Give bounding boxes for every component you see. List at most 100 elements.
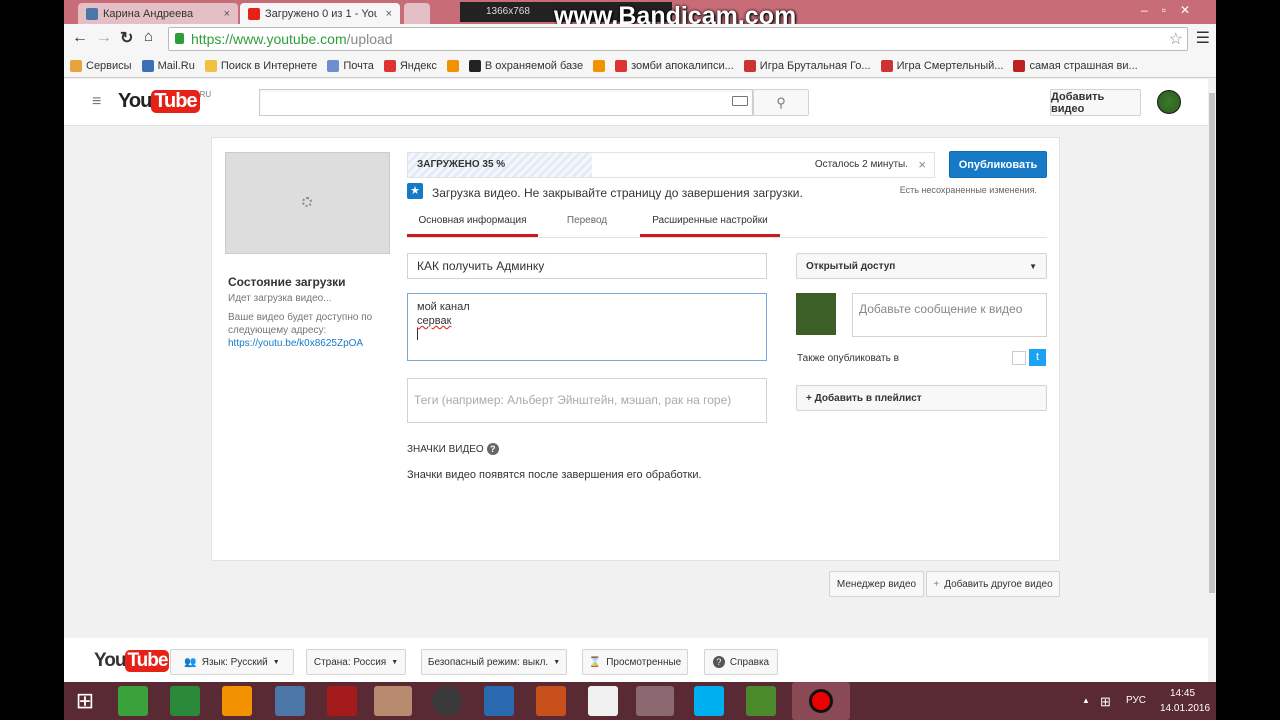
bookmark-item[interactable]: самая страшная ви... (1013, 59, 1138, 72)
description-textarea[interactable]: мой канал сервак (407, 293, 767, 361)
help-button[interactable]: ? Справка (704, 649, 778, 675)
bookmark-item[interactable]: В охраняемой базе (468, 59, 583, 72)
reload-icon[interactable]: ↻ (120, 28, 133, 48)
url-path: /upload (346, 31, 393, 47)
youtube-icon (248, 7, 260, 20)
bookmark-item[interactable]: Игра Смертельный... (880, 59, 1003, 72)
menu-icon[interactable]: ☰ (1196, 28, 1210, 48)
language-button[interactable]: 👥 Язык: Русский ▼ (170, 649, 294, 675)
close-tab-icon[interactable]: × (224, 8, 230, 20)
browser-toolbar: ← → ↻ ⌂ https://www.youtube.com/upload ☆… (64, 24, 1216, 54)
windows-start-icon[interactable]: ⊞ (70, 686, 100, 716)
thumbnails-text: Значки видео появятся после завершения е… (407, 469, 702, 481)
speaker-app-icon[interactable] (432, 686, 462, 716)
star-icon[interactable]: ☆ (1169, 29, 1183, 49)
tab-label: Основная информация (418, 215, 527, 226)
tray-arrow-icon[interactable]: ▲ (1082, 696, 1090, 705)
store-icon[interactable] (170, 686, 200, 716)
winrar-icon[interactable] (536, 686, 566, 716)
network-icon[interactable]: ⊞ (1100, 694, 1111, 710)
chrome-icon[interactable] (636, 686, 674, 716)
scrollbar-thumb[interactable] (1209, 93, 1215, 593)
youtube-logo[interactable]: You Tube RU (118, 90, 211, 113)
bookmark-favicon-icon (743, 59, 756, 72)
bookmark-label: Яндекс (399, 59, 437, 72)
safety-mode-button[interactable]: Безопасный режим: выкл. ▼ (421, 649, 567, 675)
app-a-icon[interactable] (118, 686, 148, 716)
file-explorer-icon[interactable] (374, 686, 412, 716)
logo-region: RU (199, 90, 212, 99)
add-another-label: Добавить другое видео (944, 578, 1053, 590)
new-tab-button[interactable] (404, 3, 430, 24)
footer-logo[interactable]: You Tube (94, 650, 170, 672)
add-to-playlist-button[interactable]: + Добавить в плейлист (796, 385, 1047, 411)
history-button[interactable]: ⌛ Просмотренные (582, 649, 688, 675)
bandicam-icon[interactable] (792, 682, 850, 720)
share-message-input[interactable]: Добавьте сообщение к видео (852, 293, 1047, 337)
keyboard-icon[interactable] (732, 96, 748, 106)
unsaved-changes: Есть несохраненные изменения. (899, 185, 1037, 195)
tab-translation[interactable]: Перевод (552, 215, 622, 237)
country-label: Страна: Россия (313, 656, 387, 668)
clock-time[interactable]: 14:45 (1170, 688, 1195, 699)
text-cursor (417, 328, 418, 340)
input-language[interactable]: РУС (1126, 695, 1146, 706)
bookmark-label: Игра Брутальная Го... (759, 59, 871, 72)
logo-tube: Tube (125, 650, 170, 672)
add-another-video-button[interactable]: + Добавить другое видео (926, 571, 1060, 597)
music-app-icon[interactable] (588, 686, 618, 716)
tab-basic-info[interactable]: Основная информация (407, 215, 538, 237)
help-icon[interactable]: ? (486, 443, 499, 455)
video-address-label: Ваше видео будет доступно по следующему … (228, 312, 373, 336)
back-icon[interactable]: ← (72, 29, 88, 47)
power-app-icon[interactable] (327, 686, 357, 716)
country-button[interactable]: Страна: Россия ▼ (306, 649, 406, 675)
avatar[interactable] (1157, 90, 1181, 114)
bookmark-item[interactable] (593, 59, 606, 72)
tab-advanced-settings[interactable]: Расширенные настройки (640, 215, 780, 237)
bookmark-item[interactable]: Почта (327, 59, 374, 72)
search-button[interactable]: ⚲ (753, 89, 809, 116)
twitter-checkbox[interactable] (1012, 351, 1026, 365)
forward-icon[interactable]: → (96, 29, 112, 47)
page-scrollbar[interactable] (1208, 79, 1216, 682)
address-bar[interactable]: https://www.youtube.com/upload ☆ (168, 27, 1188, 51)
title-input[interactable]: КАК получить Админку (407, 253, 767, 279)
clock-date[interactable]: 14.01.2016 (1160, 703, 1210, 714)
upload-progress-bar: ЗАГРУЖЕНО 35 % Осталось 2 минуты. × (407, 152, 935, 178)
camtasia-icon[interactable] (746, 686, 776, 716)
logo-you: You (118, 90, 152, 112)
bookmark-item[interactable]: Яндекс (383, 59, 437, 72)
also-publish-label: Также опубликовать в (797, 353, 899, 364)
publish-button[interactable]: Опубликовать (949, 151, 1047, 178)
control-panel-icon[interactable] (484, 686, 514, 716)
bookmark-item[interactable]: Поиск в Интернете (204, 59, 317, 72)
bookmark-favicon-icon (383, 59, 396, 72)
tags-input[interactable]: Теги (например: Альберт Эйнштейн, мэшап,… (407, 378, 767, 423)
close-tab-icon[interactable]: × (386, 8, 392, 20)
video-url-link[interactable]: https://youtu.be/k0x8625ZpOA (228, 338, 363, 349)
window-controls[interactable]: –▫✕ (1141, 3, 1204, 17)
bookmark-item[interactable]: зомби апокалипси... (615, 59, 734, 72)
search-input[interactable] (259, 89, 753, 116)
tab-vk[interactable]: Карина Андреева × (78, 3, 238, 24)
privacy-select[interactable]: Открытый доступ ▼ (796, 253, 1047, 279)
bookmark-favicon-icon (615, 59, 628, 72)
bookmark-favicon-icon (880, 59, 893, 72)
bookmark-item[interactable]: Игра Брутальная Го... (743, 59, 871, 72)
upload-video-button[interactable]: Добавить видео (1050, 89, 1141, 116)
vk-icon[interactable] (275, 686, 305, 716)
bookmark-item[interactable] (446, 59, 459, 72)
bookmark-item[interactable]: Сервисы (70, 59, 132, 72)
tab-youtube-upload[interactable]: Загружено 0 из 1 - YouTu × (240, 3, 400, 24)
video-manager-button[interactable]: Менеджер видео (829, 571, 924, 597)
odnoklassniki-icon[interactable] (222, 686, 252, 716)
skype-icon[interactable] (694, 686, 724, 716)
guide-menu-icon[interactable]: ≡ (92, 93, 101, 111)
twitter-icon: t (1029, 349, 1046, 366)
cancel-upload-icon[interactable]: × (918, 157, 926, 172)
home-icon[interactable]: ⌂ (144, 28, 153, 45)
language-icon: 👥 (184, 656, 197, 668)
history-label: Просмотренные (606, 656, 682, 668)
bookmark-item[interactable]: Mail.Ru (141, 59, 195, 72)
